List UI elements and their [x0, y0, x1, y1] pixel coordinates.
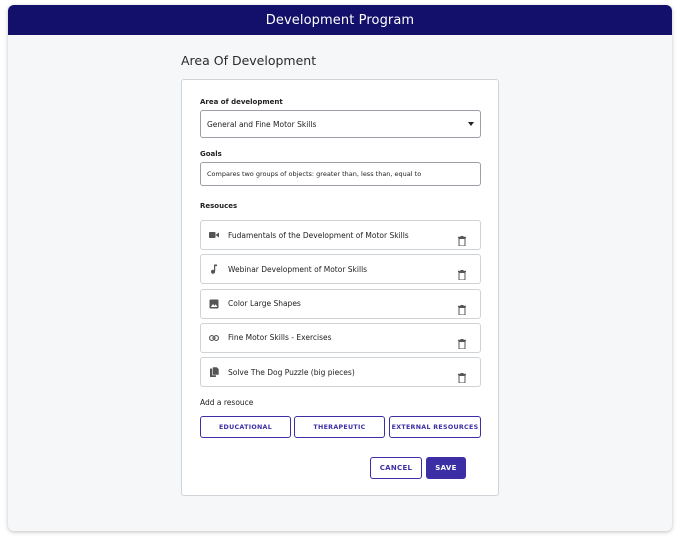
trash-icon[interactable] [458, 300, 466, 316]
link-icon [209, 333, 219, 343]
form-card: Area of development General and Fine Mot… [181, 79, 499, 496]
resource-item-label: Fudamentals of the Development of Motor … [228, 230, 409, 240]
cancel-button[interactable]: CANCEL [370, 457, 422, 479]
trash-icon[interactable] [458, 368, 466, 384]
resource-item-label: Fine Motor Skills - Exercises [228, 333, 332, 343]
area-label: Area of development [200, 98, 283, 106]
page-title: Area Of Development [181, 53, 317, 68]
resource-item[interactable]: Fudamentals of the Development of Motor … [200, 220, 481, 250]
resource-item[interactable]: Solve The Dog Puzzle (big pieces) [200, 357, 481, 388]
title-bar: Development Program [8, 5, 672, 35]
resources-label: Resouces [200, 202, 238, 210]
app-window: Development Program Area Of Development … [8, 5, 672, 531]
goals-input-value: Compares two groups of objects: greater … [207, 170, 422, 178]
goals-input[interactable]: Compares two groups of objects: greater … [200, 162, 481, 186]
resource-item-label: Color Large Shapes [228, 299, 301, 309]
save-button[interactable]: SAVE [426, 457, 466, 479]
window-title: Development Program [265, 12, 415, 28]
video-icon [209, 230, 219, 240]
therapeutic-button[interactable]: THERAPEUTIC [294, 416, 385, 438]
area-select[interactable]: General and Fine Motor Skills [200, 110, 481, 138]
resource-item[interactable]: Fine Motor Skills - Exercises [200, 322, 481, 353]
resource-item-label: Solve The Dog Puzzle (big pieces) [228, 367, 355, 377]
external-resources-button[interactable]: EXTERNAL RESOURCES [389, 416, 481, 438]
goals-label: Goals [200, 150, 222, 158]
document-icon [209, 367, 219, 378]
trash-icon[interactable] [458, 334, 466, 350]
resource-item[interactable]: Color Large Shapes [200, 288, 481, 319]
caret-down-icon [468, 122, 474, 126]
image-icon [209, 299, 219, 309]
educational-button[interactable]: EDUCATIONAL [200, 416, 291, 438]
add-resource-label: Add a resouce [200, 398, 254, 407]
resource-item[interactable]: Webinar Development of Motor Skills [200, 254, 481, 285]
area-select-value: General and Fine Motor Skills [207, 119, 317, 129]
trash-icon[interactable] [458, 265, 466, 281]
trash-icon[interactable] [458, 231, 466, 247]
resource-list: Fudamentals of the Development of Motor … [200, 220, 481, 391]
resource-item-label: Webinar Development of Motor Skills [228, 264, 368, 274]
music-note-icon [209, 264, 219, 275]
